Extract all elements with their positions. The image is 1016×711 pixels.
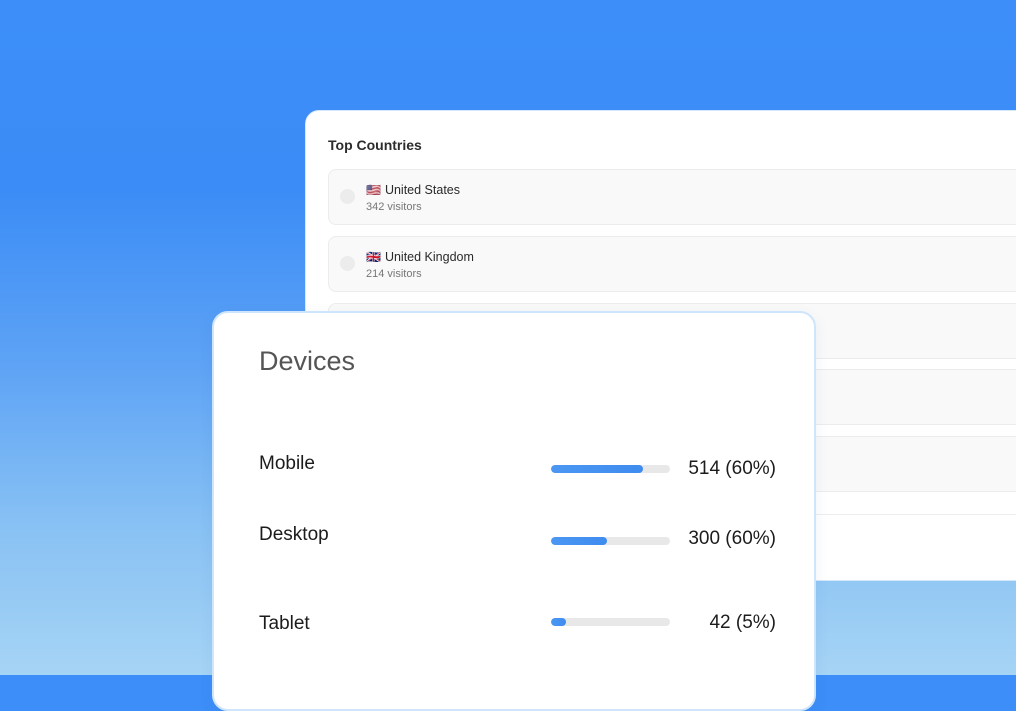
device-label-desktop: Desktop: [259, 524, 329, 545]
row-select-checkbox[interactable]: [340, 189, 355, 204]
devices-title: Devices: [259, 346, 356, 376]
country-row-united-states[interactable]: 🇺🇸 United States 342 visitors: [328, 169, 1016, 225]
device-bar-fill: [551, 618, 567, 626]
row-select-checkbox[interactable]: [340, 256, 355, 271]
device-bar-fill: [551, 537, 607, 545]
device-bar-desktop: [551, 537, 670, 545]
us-flag-icon: 🇺🇸: [366, 183, 381, 197]
top-countries-title: Top Countries: [328, 137, 422, 153]
device-value-desktop: 300 (60%): [688, 528, 776, 549]
country-name: 🇬🇧 United Kingdom: [366, 250, 474, 264]
devices-card: Devices Mobile 514 (60%) Desktop 300 (60…: [212, 311, 816, 711]
device-value-tablet: 42 (5%): [709, 612, 776, 633]
country-visitors: 214 visitors: [366, 268, 422, 280]
device-label-tablet: Tablet: [259, 613, 310, 634]
uk-flag-icon: 🇬🇧: [366, 250, 381, 264]
device-bar-mobile: [551, 465, 670, 473]
country-row-united-kingdom[interactable]: 🇬🇧 United Kingdom 214 visitors: [328, 236, 1016, 292]
country-name: 🇺🇸 United States: [366, 183, 460, 197]
device-value-mobile: 514 (60%): [688, 458, 776, 479]
device-label-mobile: Mobile: [259, 453, 315, 474]
country-visitors: 342 visitors: [366, 201, 422, 213]
device-bar-tablet: [551, 618, 670, 626]
country-name-text: United States: [384, 183, 460, 197]
country-name-text: United Kingdom: [384, 250, 474, 264]
device-bar-fill: [551, 465, 643, 473]
